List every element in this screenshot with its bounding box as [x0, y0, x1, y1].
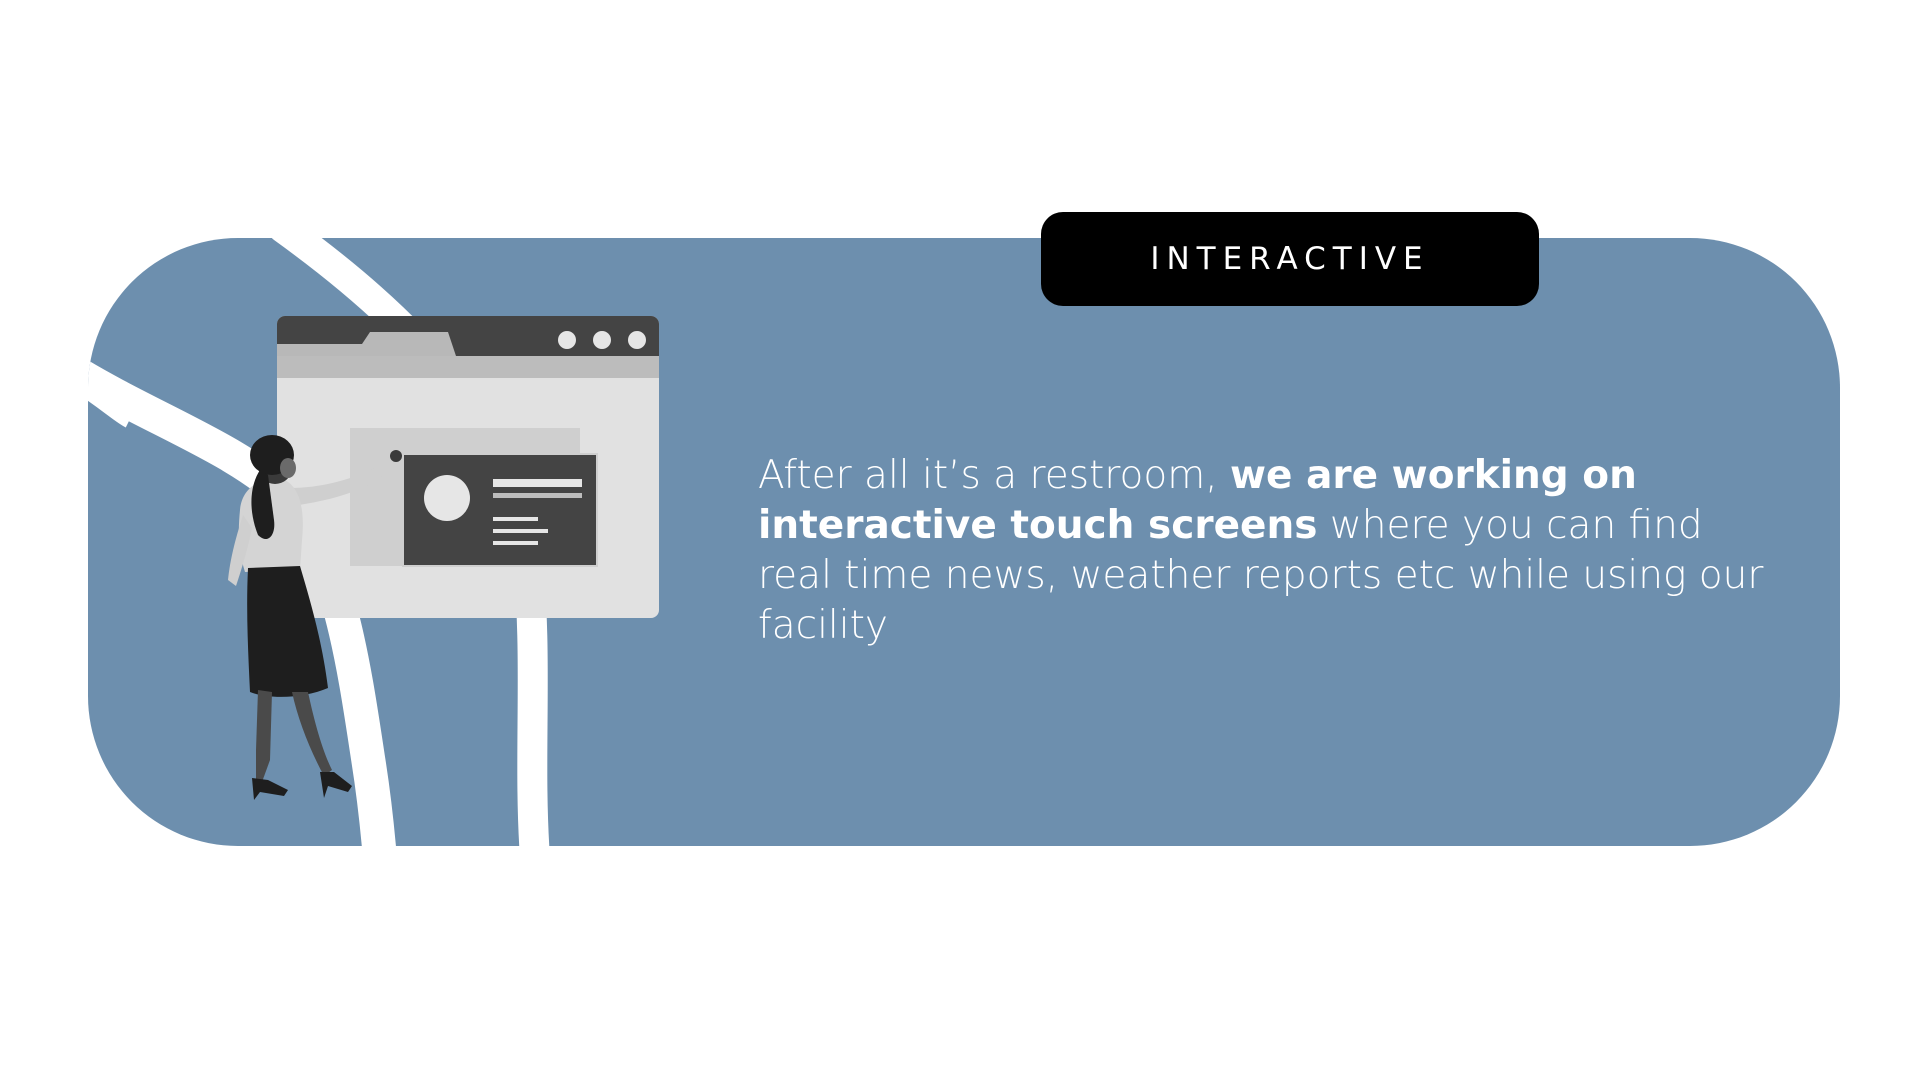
description-intro: After all it’s a restroom,: [758, 453, 1231, 498]
avatar-circle-icon: [424, 475, 470, 521]
interactive-badge: INTERACTIVE: [1041, 212, 1539, 306]
presenter-illustration: [228, 316, 659, 800]
slide: INTERACTIVE After all it’s a restroom, w…: [0, 0, 1920, 1080]
description-text: After all it’s a restroom, we are workin…: [758, 451, 1778, 651]
content-card-icon: [402, 453, 598, 567]
window-dots-icon: [558, 331, 646, 349]
